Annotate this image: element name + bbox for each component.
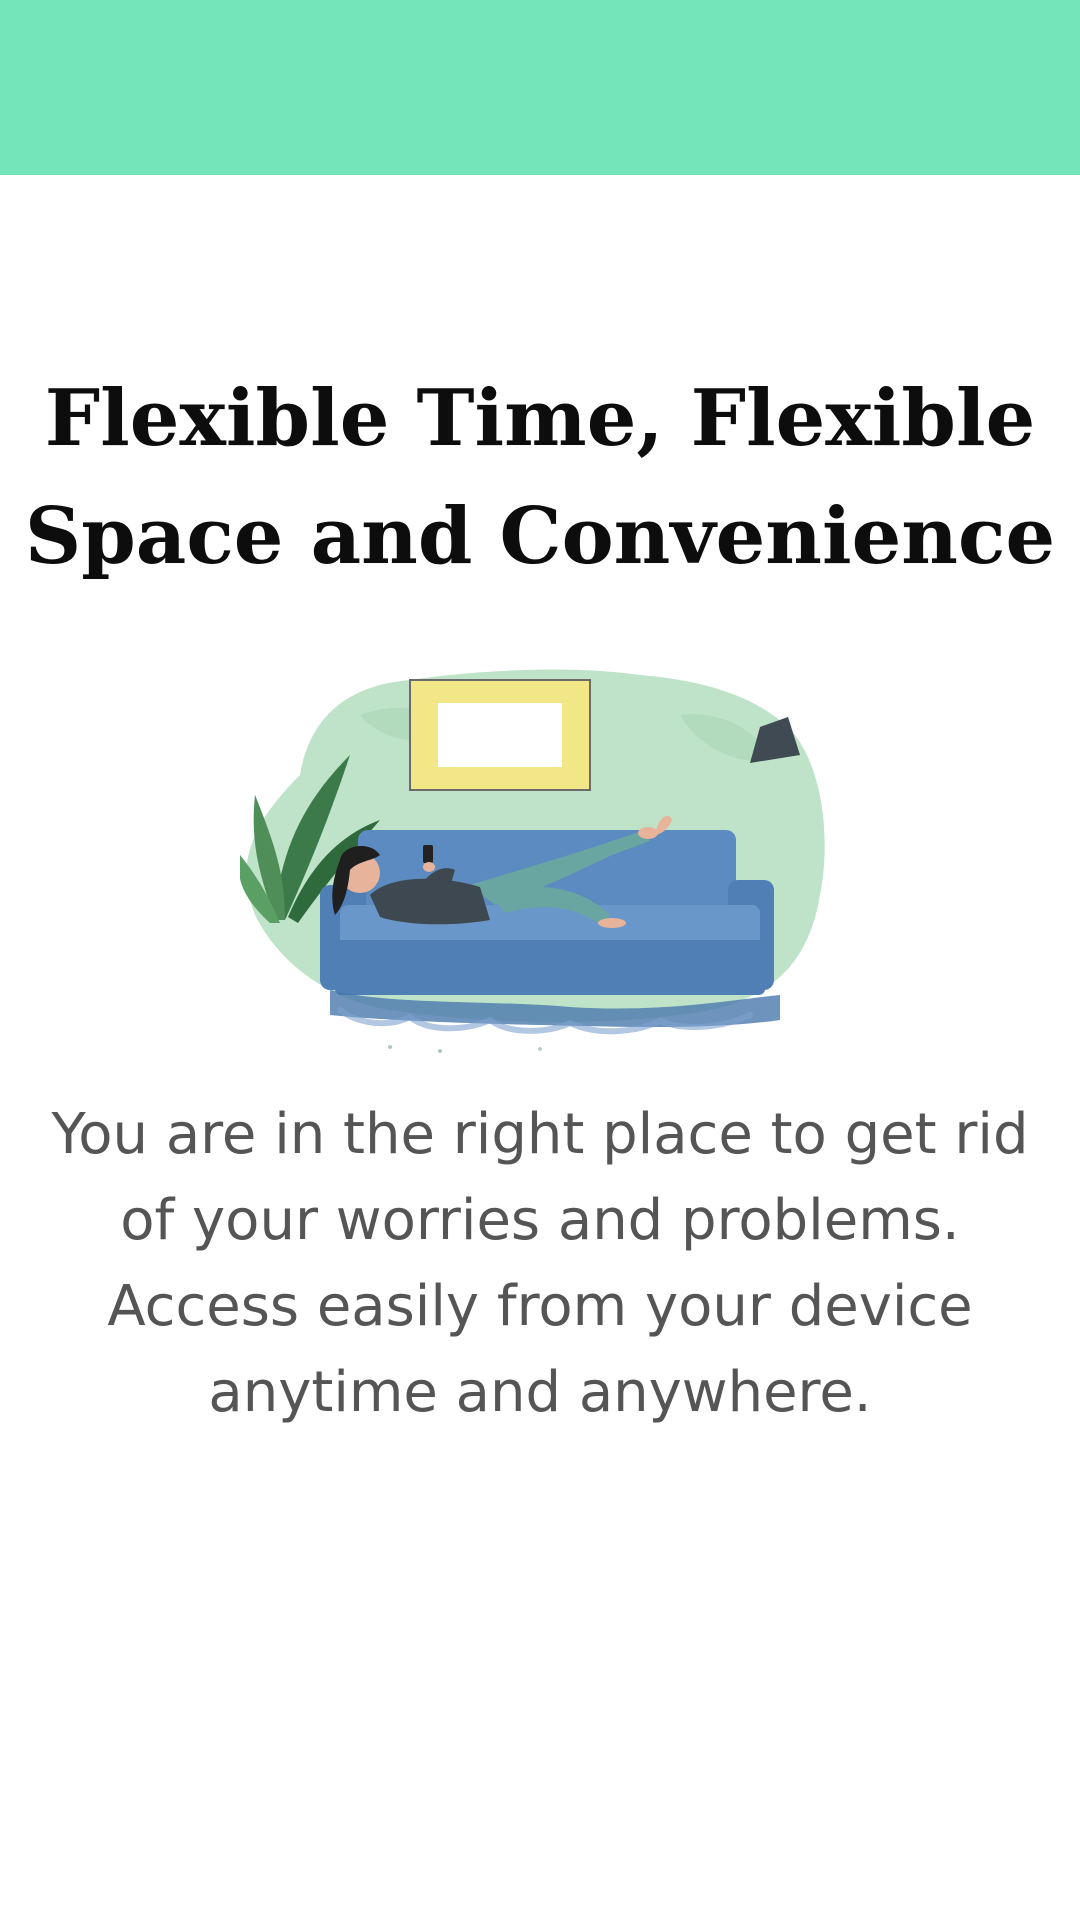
relaxing-on-sofa-illustration	[238, 655, 840, 1055]
onboarding-description: You are in the right place to get rid of…	[51, 1102, 1029, 1425]
top-status-bar	[0, 0, 1080, 175]
onboarding-title: Flexible Time, Flexible Space and Conven…	[24, 373, 1056, 582]
